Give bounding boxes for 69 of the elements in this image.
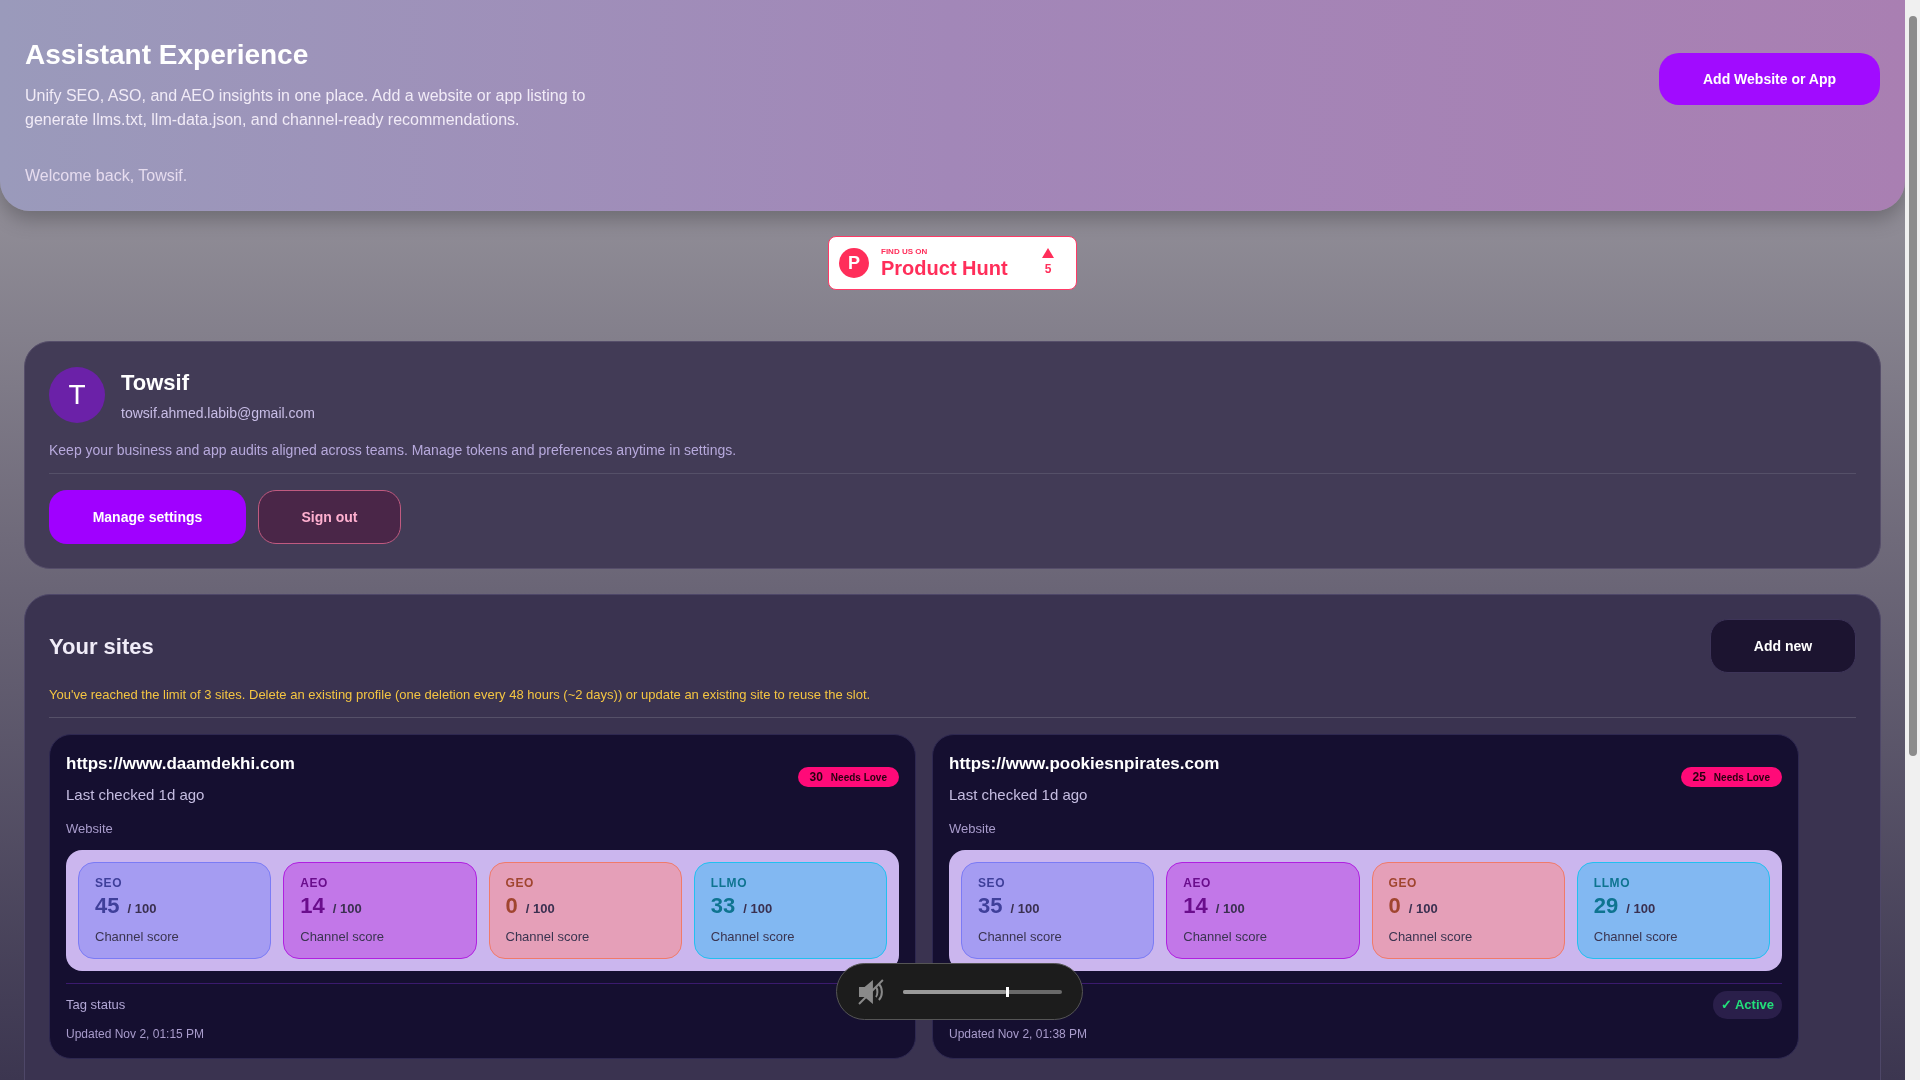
profile-name: Towsif <box>121 369 191 397</box>
product-hunt-badge[interactable]: P FIND US ON Product Hunt 5 <box>828 236 1077 290</box>
badge-name: Product Hunt <box>881 258 1009 278</box>
channel-label: AEO <box>1183 875 1213 891</box>
add-new-button[interactable]: Add new <box>1710 619 1856 673</box>
channel-max: / 100 <box>525 900 555 918</box>
scrollbar[interactable] <box>1905 0 1920 1080</box>
score-label: Needs Love <box>1713 770 1770 785</box>
channel-score: 14 <box>1183 895 1208 917</box>
channel-label: LLMO <box>1593 875 1632 891</box>
channel-label: LLMO <box>710 875 749 891</box>
site-type: Website <box>949 819 997 838</box>
product-hunt-logo: P <box>839 248 869 278</box>
channel-max: / 100 <box>1408 900 1438 918</box>
channel-caption: Channel score <box>300 927 386 946</box>
profile-email: towsif.ahmed.labib@gmail.com <box>121 404 315 423</box>
tag-status-label: Tag status <box>66 996 126 1015</box>
site-url[interactable]: https://www.pookiesnpirates.com <box>949 750 1220 776</box>
avatar: T <box>49 367 105 423</box>
last-checked: Last checked 1d ago <box>949 785 1089 805</box>
vote-count: 5 <box>1044 261 1052 278</box>
sign-out-button[interactable]: Sign out <box>258 490 401 544</box>
channel-label: SEO <box>978 875 1007 891</box>
channel-caption: Channel score <box>978 927 1063 946</box>
channel-score: 14 <box>300 895 325 917</box>
channel-caption: Channel score <box>1388 927 1474 946</box>
channel-score: 0 <box>505 895 518 917</box>
channel-score: 29 <box>1593 895 1619 917</box>
channel-score: 35 <box>978 895 1003 917</box>
overall-score: 25 <box>1692 768 1706 785</box>
channel-score: 33 <box>710 895 736 917</box>
welcome-text: Welcome back, Towsif. <box>25 166 189 186</box>
add-website-button[interactable]: Add Website or App <box>1659 53 1880 105</box>
channel-label: SEO <box>95 875 124 891</box>
site-type: Website <box>66 819 114 838</box>
channel-max: / 100 <box>1010 900 1040 918</box>
channel-max: / 100 <box>127 900 157 918</box>
upvote-icon <box>1042 248 1054 258</box>
page-title: Assistant Experience <box>25 38 310 72</box>
manage-settings-button[interactable]: Manage settings <box>49 490 246 544</box>
channel-caption: Channel score <box>710 927 796 946</box>
channel-caption: Channel score <box>505 927 591 946</box>
site-url[interactable]: https://www.daamdekhi.com <box>66 750 295 776</box>
channel-label: GEO <box>505 875 535 891</box>
channel-max: / 100 <box>332 900 362 918</box>
limit-notice: You've reached the limit of 3 sites. Delete an existing profile (one deletion every 48 hours (~2 days)) or update an existing site to reuse the slot. <box>49 686 872 704</box>
section-title: Your sites <box>49 632 154 661</box>
channel-max: / 100 <box>1626 900 1656 918</box>
overall-score: 30 <box>809 768 823 785</box>
channel-score: 0 <box>1388 895 1401 917</box>
volume-thumb[interactable] <box>1006 986 1010 997</box>
channel-label: AEO <box>300 875 330 891</box>
last-checked: Last checked 1d ago <box>66 785 206 805</box>
updated-time: Updated Nov 2, 01:15 PM <box>66 1026 206 1042</box>
badge-eyebrow: FIND US ON <box>881 248 929 256</box>
channel-caption: Channel score <box>1593 927 1679 946</box>
channel-label: GEO <box>1388 875 1418 891</box>
channel-caption: Channel score <box>1183 927 1269 946</box>
scrollbar-thumb[interactable] <box>1908 16 1917 756</box>
tag-status-badge: ✓ Active <box>1712 991 1782 1019</box>
updated-time: Updated Nov 2, 01:38 PM <box>949 1026 1089 1042</box>
channel-caption: Channel score <box>95 927 180 946</box>
channel-max: / 100 <box>743 900 773 918</box>
volume-track[interactable] <box>902 989 1062 994</box>
profile-note: Keep your business and app audits aligned across teams. Manage tokens and preferences anytime in settings. <box>49 441 738 460</box>
channel-score: 45 <box>95 895 120 917</box>
score-label: Needs Love <box>830 770 887 785</box>
channel-max: / 100 <box>1215 900 1245 918</box>
page-description: Unify SEO, ASO, and AEO insights in one place. Add a website or app listing to generate llms.txt, llm-data.json, and channel-ready recommendations. <box>25 86 587 130</box>
